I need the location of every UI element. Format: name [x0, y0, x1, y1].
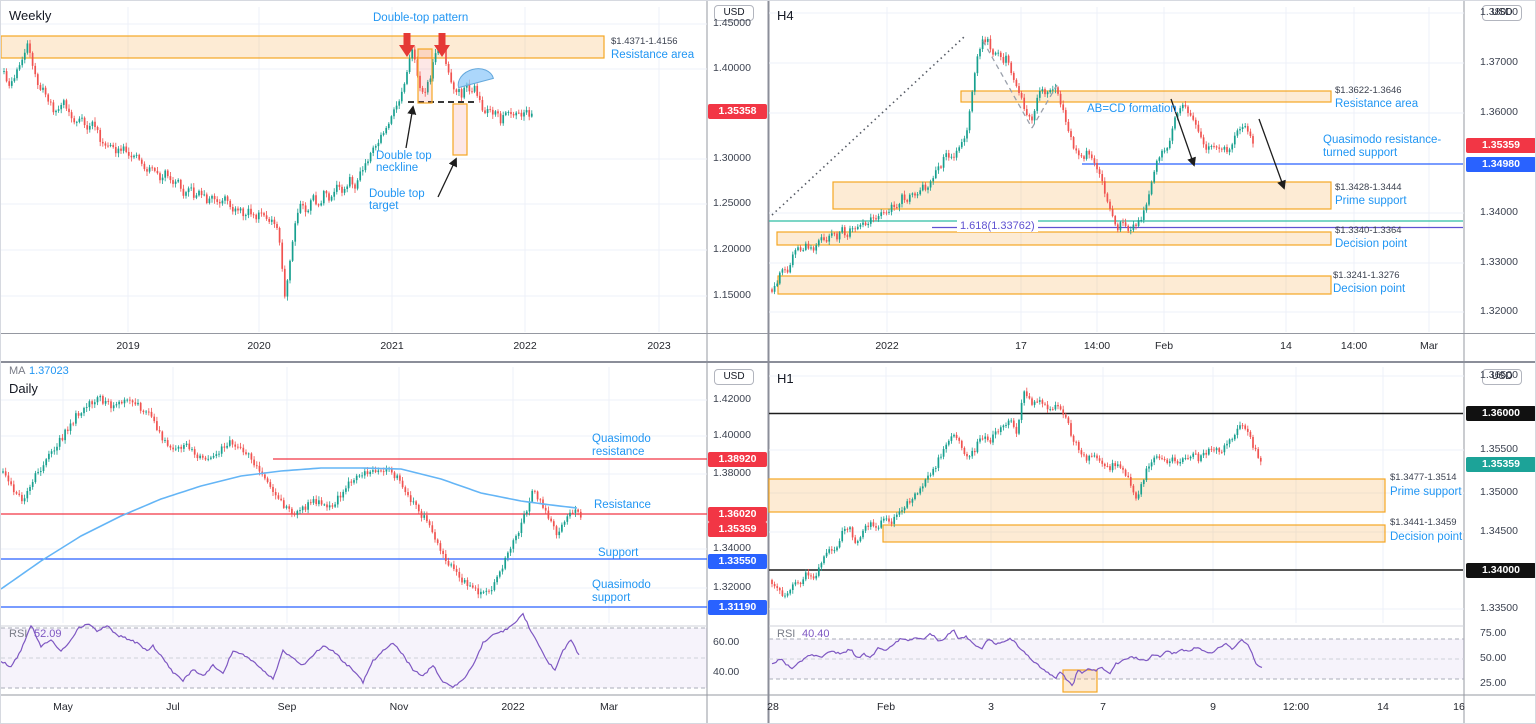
- h1-panel-graphics: [768, 367, 1464, 693]
- annotation-arrow: [437, 157, 457, 198]
- supply-demand-zone: [1, 35, 605, 59]
- weekly-panel-graphics: [1, 7, 707, 332]
- chart-canvas[interactable]: [1, 1, 1536, 724]
- weekly-candles: [3, 38, 533, 301]
- supply-demand-zone: [882, 524, 1386, 543]
- h4-candles: [771, 35, 1254, 295]
- supply-demand-zone: [960, 90, 1332, 103]
- supply-demand-zone: [777, 275, 1332, 295]
- supply-demand-zone: [776, 231, 1332, 246]
- annotation-arrow: [1258, 118, 1286, 190]
- pattern-measure-box: [417, 48, 433, 104]
- h4-panel-graphics: [769, 7, 1464, 332]
- pattern-measure-box: [452, 103, 468, 156]
- supply-demand-zone: [832, 181, 1332, 210]
- supply-demand-zone: [768, 478, 1386, 513]
- trading-multichart-app: Weekly H4 Daily H1 MA 1.37023 RSI 52.09 …: [0, 0, 1536, 724]
- rounding-arc-shape: [457, 68, 495, 89]
- abcd-dashed-leg: [982, 40, 1033, 129]
- annotation-arrow: [405, 105, 417, 149]
- daily-panel-graphics: [1, 367, 707, 689]
- moving-average-line: [1, 467, 578, 590]
